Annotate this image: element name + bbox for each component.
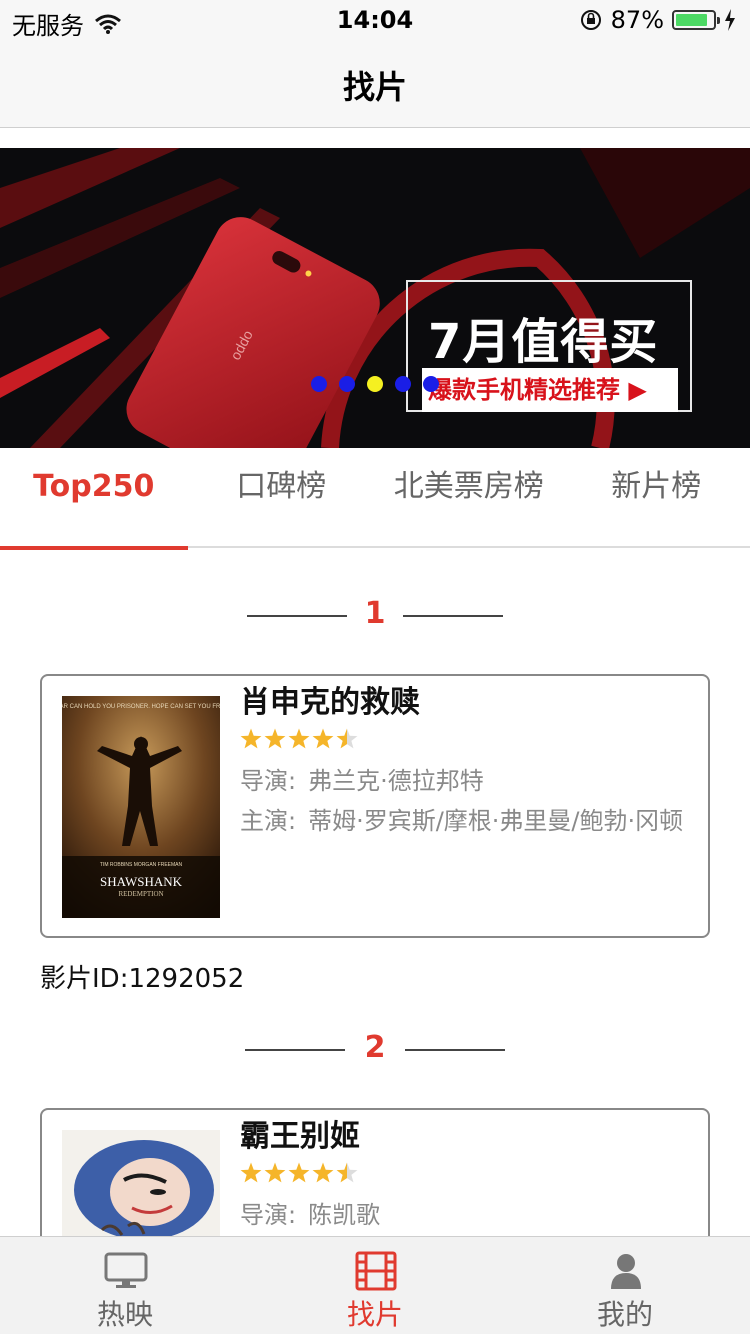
star-icon (288, 728, 310, 749)
page-dot[interactable] (339, 376, 355, 392)
star-icon (288, 1162, 310, 1183)
film-icon (355, 1251, 397, 1291)
star-icon (264, 1162, 286, 1183)
status-bar: 无服务 14:04 87% (0, 0, 750, 40)
page-dot[interactable] (367, 376, 383, 392)
screen: 无服务 14:04 87% 找片 oppo 7月值得买 爆款手机精选推荐 ▶ T… (0, 0, 750, 1334)
cast-value: 蒂姆·罗宾斯/摩根·弗里曼/鲍勃·冈顿 (308, 807, 684, 835)
tv-icon (104, 1252, 148, 1288)
tab-new-releases[interactable]: 新片榜 (563, 448, 750, 546)
page-dot[interactable] (423, 376, 439, 392)
star-icon (240, 1162, 262, 1183)
play-triangle-icon: ▶ (628, 376, 647, 404)
rating-stars (240, 728, 702, 756)
navigation-bar: 找片 (0, 40, 750, 128)
director-label: 导演: (240, 1201, 297, 1229)
movie-card[interactable]: FEAR CAN HOLD YOU PRISONER. HOPE CAN SET… (40, 674, 710, 938)
tabbar-label: 热映 (96, 1298, 153, 1331)
director-value: 陈凯歌 (308, 1201, 381, 1229)
director-label: 导演: (240, 767, 297, 795)
page-title: 找片 (342, 68, 407, 106)
shawshank-poster-image: FEAR CAN HOLD YOU PRISONER. HOPE CAN SET… (62, 696, 220, 918)
banner-headline: 7月值得买 (428, 314, 659, 370)
rotation-lock-icon (580, 10, 601, 30)
rank-number: 1 (364, 596, 386, 631)
rank-header: 1 (0, 596, 750, 636)
cast-label: 主演: (240, 807, 297, 835)
banner-page-indicator[interactable] (311, 376, 439, 392)
user-icon (611, 1254, 641, 1289)
rank-number: 2 (364, 1030, 386, 1065)
tab-top250[interactable]: Top250 (0, 448, 188, 550)
star-icon (312, 1162, 334, 1183)
star-icon (336, 1162, 358, 1183)
chart-tabs: Top250 口碑榜 北美票房榜 新片榜 (0, 448, 750, 550)
rank-divider-right (403, 615, 503, 617)
movie-info: 肖申克的救赎 导演: 弗兰克·德拉邦特 主演: 蒂姆·罗宾斯/摩根·弗里曼/鲍勃·冈… (240, 682, 702, 836)
page-dot[interactable] (311, 376, 327, 392)
battery-icon (672, 10, 720, 30)
poster-tagline: FEAR CAN HOLD YOU PRISONER. HOPE CAN SET… (62, 704, 220, 710)
rating-stars (240, 1162, 702, 1190)
star-icon (312, 728, 334, 749)
banner-subline-text: 爆款手机精选推荐 (428, 376, 620, 404)
tab-word-of-mouth[interactable]: 口碑榜 (188, 448, 376, 546)
page-dot[interactable] (395, 376, 411, 392)
star-icon (336, 728, 358, 749)
tabbar-item-now-showing[interactable]: 热映 (0, 1237, 250, 1334)
charging-icon (725, 9, 735, 31)
tabbar-item-mine[interactable]: 我的 (500, 1237, 750, 1334)
rank-divider-right (405, 1049, 505, 1051)
director-line: 导演: 陈凯歌 (240, 1200, 702, 1230)
movie-title: 霸王别姬 (240, 1119, 360, 1154)
movie-info: 霸王别姬 导演: 陈凯歌 (240, 1116, 702, 1230)
tabbar-item-find-movies[interactable]: 找片 (250, 1237, 500, 1334)
director-line: 导演: 弗兰克·德拉邦特 (240, 766, 702, 796)
bottom-tab-bar: 热映 找片 我的 (0, 1236, 750, 1334)
movie-id: 影片ID:1292052 (40, 964, 245, 994)
battery-fill (676, 14, 708, 26)
movie-title: 肖申克的救赎 (240, 685, 420, 720)
tabbar-label: 我的 (596, 1298, 653, 1331)
tab-north-america-box-office[interactable]: 北美票房榜 (375, 448, 563, 546)
rank-header: 2 (0, 1030, 750, 1070)
director-value: 弗兰克·德拉邦特 (308, 767, 484, 795)
movie-poster: FEAR CAN HOLD YOU PRISONER. HOPE CAN SET… (62, 696, 220, 918)
banner-subline: 爆款手机精选推荐 ▶ (422, 368, 678, 412)
cast-line: 主演: 蒂姆·罗宾斯/摩根·弗里曼/鲍勃·冈顿 (240, 806, 702, 836)
promo-banner[interactable]: oppo 7月值得买 爆款手机精选推荐 ▶ (0, 148, 750, 448)
star-icon (240, 728, 262, 749)
poster-title: SHAWSHANK (100, 874, 183, 889)
poster-credits: TIM ROBBINS MORGAN FREEMAN (100, 862, 183, 868)
battery-percent: 87% (610, 6, 664, 34)
status-right: 87% (579, 6, 736, 34)
poster-subtitle: REDEMPTION (118, 890, 163, 898)
tabbar-label: 找片 (346, 1298, 403, 1331)
star-icon (264, 728, 286, 749)
